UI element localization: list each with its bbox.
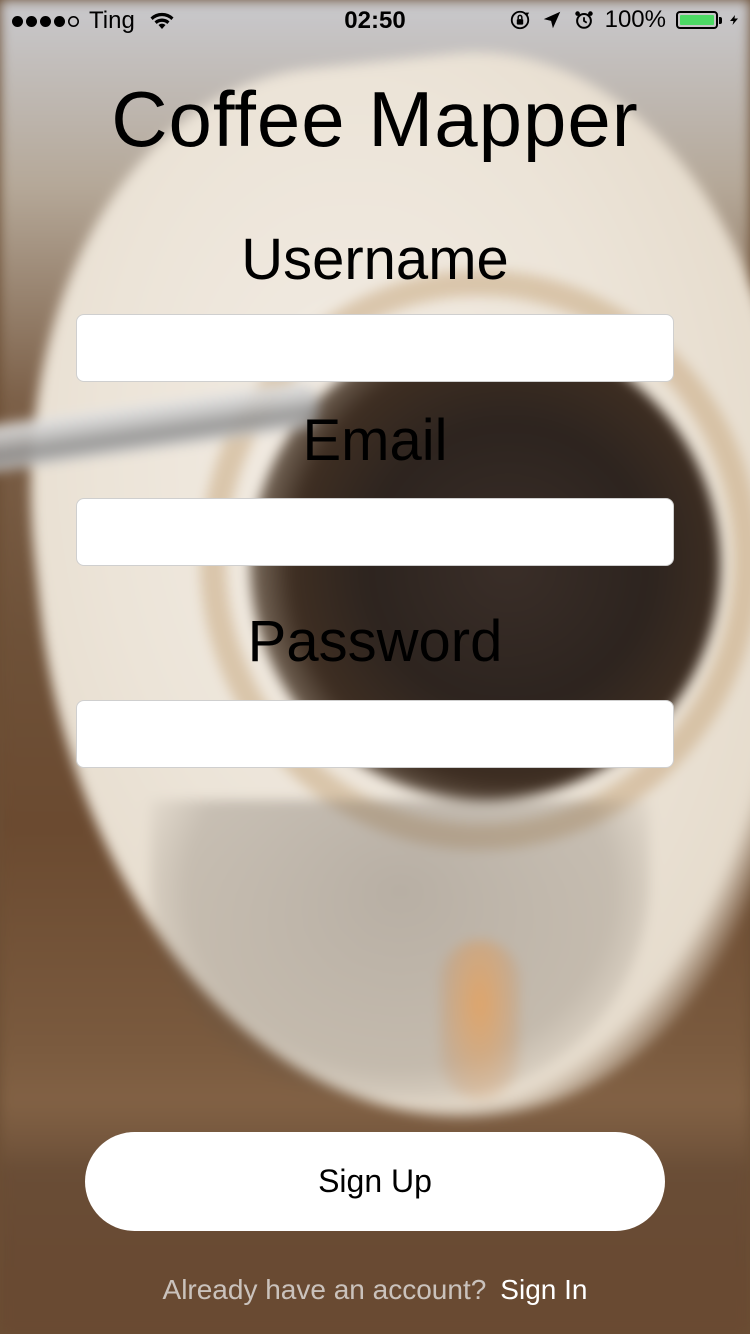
battery-icon [676,11,722,29]
status-right: 100% [509,6,740,34]
email-label: Email [302,408,448,473]
status-bar: Ting 02:50 100% [0,0,750,40]
signup-button[interactable]: Sign Up [85,1132,665,1231]
username-label: Username [241,227,509,292]
password-input[interactable] [76,700,674,768]
signup-screen: Ting 02:50 100% Coffee Mapper Username E… [0,0,750,1334]
location-arrow-icon [543,11,560,29]
battery-percentage: 100% [604,6,666,33]
email-input[interactable] [76,498,674,566]
username-input[interactable] [76,314,674,382]
signin-link[interactable]: Sign In [500,1274,587,1305]
signin-prompt: Already have an account? [162,1274,487,1305]
app-title: Coffee Mapper [111,75,639,163]
password-label: Password [247,609,503,674]
rotation-lock-icon [510,10,529,30]
alarm-icon [574,11,593,29]
signin-footer: Already have an account? Sign In [0,1274,750,1306]
battery-fill [680,15,714,25]
charging-bolt-icon [730,15,738,25]
